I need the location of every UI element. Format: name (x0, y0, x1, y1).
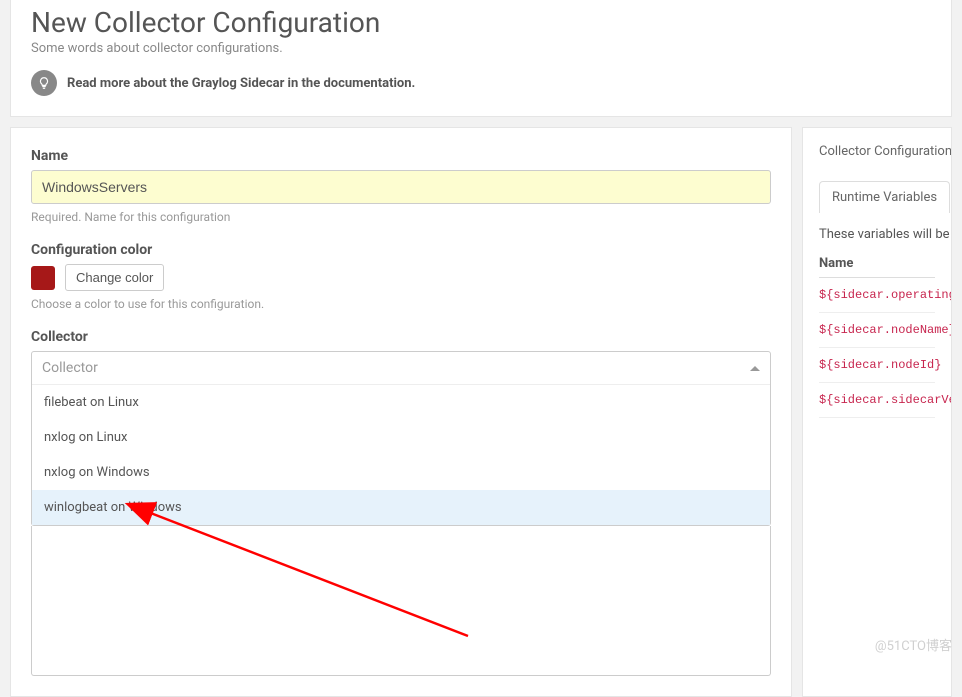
color-label: Configuration color (31, 242, 771, 258)
var-row: ${sidecar.sidecarVer (819, 383, 935, 418)
watermark: @51CTO博客 (875, 635, 952, 654)
info-callout: Read more about the Graylog Sidecar in t… (31, 70, 931, 96)
chevron-up-icon (750, 366, 760, 371)
name-label: Name (31, 148, 771, 164)
collector-option[interactable]: nxlog on Linux (32, 420, 770, 455)
color-swatch (31, 266, 55, 290)
main-panel: Name Required. Name for this configurati… (10, 127, 792, 697)
name-help: Required. Name for this configuration (31, 210, 771, 224)
side-desc: These variables will be fil (819, 227, 935, 242)
collector-label: Collector (31, 329, 771, 345)
collector-option[interactable]: filebeat on Linux (32, 385, 770, 420)
name-input[interactable] (31, 170, 771, 204)
collector-select[interactable]: Collector filebeat on Linux nxlog on Lin… (31, 351, 771, 526)
vars-header-name: Name (819, 256, 935, 278)
collector-option[interactable]: winlogbeat on Windows (32, 490, 770, 525)
change-color-button[interactable]: Change color (65, 264, 164, 291)
config-editor[interactable] (31, 526, 771, 676)
page-title: New Collector Configuration (31, 0, 931, 39)
var-row: ${sidecar.nodeName} (819, 313, 935, 348)
side-panel: Collector Configuration R Runtime Variab… (802, 127, 952, 697)
collector-placeholder: Collector (42, 360, 98, 376)
lightbulb-icon (31, 70, 57, 96)
collector-dropdown: filebeat on Linux nxlog on Linux nxlog o… (32, 384, 770, 525)
page-subtitle: Some words about collector configuration… (31, 41, 931, 56)
var-row: ${sidecar.nodeId} (819, 348, 935, 383)
side-title: Collector Configuration R (819, 144, 935, 159)
var-row: ${sidecar.operatingS (819, 278, 935, 313)
page-header: New Collector Configuration Some words a… (10, 0, 952, 117)
collector-option[interactable]: nxlog on Windows (32, 455, 770, 490)
info-text[interactable]: Read more about the Graylog Sidecar in t… (67, 76, 415, 91)
color-help: Choose a color to use for this configura… (31, 297, 771, 311)
tab-runtime-variables[interactable]: Runtime Variables (819, 181, 950, 213)
